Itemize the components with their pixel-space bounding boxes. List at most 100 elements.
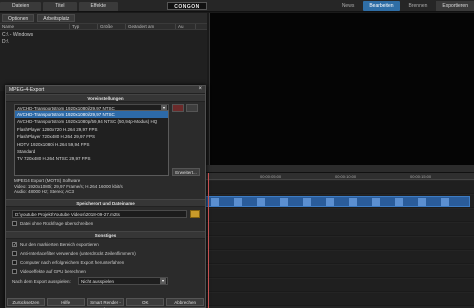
clip-thumbnail: [395, 198, 403, 206]
option-anti-interlace[interactable]: Anti-Interlacefilter verwenden (unterdrü…: [12, 250, 136, 257]
cancel-button[interactable]: Abbrechen: [166, 298, 204, 306]
nav-edit[interactable]: Bearbeiten: [363, 1, 400, 11]
clip-thumbnail: [257, 198, 265, 206]
section-other-header: Sonstiges: [6, 231, 205, 239]
output-path-field[interactable]: D:\youtube Projekt\Youtube Videos\2018-0…: [12, 210, 187, 218]
clip-thumbnail: [280, 198, 288, 206]
nav-export[interactable]: Exportieren: [436, 1, 474, 11]
clip-thumbnail: [418, 198, 426, 206]
timeline-track[interactable]: [205, 237, 474, 250]
advanced-button[interactable]: Erweitert...: [172, 168, 200, 176]
nav-burn[interactable]: Brennen: [403, 1, 434, 11]
nav-news[interactable]: News: [336, 1, 361, 11]
preset-option[interactable]: TV 720x480 H.264 NTSC 29,97 FPS: [15, 155, 168, 162]
section-save-header: Speicherort und Dateiname: [6, 199, 205, 207]
timeline-track[interactable]: [205, 209, 474, 222]
tab-titles[interactable]: Titel: [43, 2, 77, 11]
after-export-select[interactable]: Nicht ausspielen ▾: [78, 277, 168, 285]
options-button[interactable]: Optionen: [2, 14, 35, 22]
smart-render-info-button[interactable]: Smart Render - Info...: [86, 298, 125, 308]
app-logo: CONGON: [167, 2, 207, 10]
clip-thumbnail: [441, 198, 449, 206]
column-modified[interactable]: Geändert am: [126, 24, 176, 29]
dialog-title: MPEG-4-Export: [9, 87, 45, 93]
clip-thumbnail: [234, 198, 242, 206]
preset-option[interactable]: FlashPlayer 720x480 H.264 29,97 FPS: [15, 133, 168, 140]
media-tabs: Dateien Titel Effekte: [0, 2, 120, 12]
timeline-track[interactable]: [205, 265, 474, 278]
dialog-titlebar: MPEG-4-Export ×: [6, 86, 205, 94]
timeline-ruler[interactable]: 00:00:05:00 00:00:10:00 00:00:15:00: [205, 173, 474, 180]
timeline-track[interactable]: [205, 293, 474, 306]
overwrite-label: Datei ohne Rückfrage überschreiben: [20, 221, 94, 226]
clip-thumbnail: [326, 198, 334, 206]
timeline-track[interactable]: [205, 195, 474, 208]
checkbox-box[interactable]: [12, 269, 17, 274]
media-toolbar: Optionen Arbeitsplatz: [0, 13, 207, 23]
preset-option[interactable]: HDTV 1920x1080i H.264 59,94 FPS: [15, 141, 168, 148]
option-label: Videoeffekte auf GPU berechnen: [20, 269, 86, 274]
playhead[interactable]: [208, 173, 209, 308]
option-gpu[interactable]: Videoeffekte auf GPU berechnen: [12, 268, 86, 275]
checkbox-box[interactable]: [12, 260, 17, 265]
timeline: 00:00:05:00 00:00:10:00 00:00:15:00: [205, 165, 474, 308]
tab-files[interactable]: Dateien: [0, 2, 42, 11]
clip-thumbnail: [211, 198, 219, 206]
ruler-label: 00:00:15:00: [410, 174, 432, 179]
timeline-track[interactable]: [205, 251, 474, 264]
main-nav: News Bearbeiten Brennen Exportieren: [333, 0, 474, 12]
info-line: Audio: 48000 Hz; Stereo; AC3: [14, 189, 75, 194]
video-preview: [209, 13, 474, 165]
folder-icon[interactable]: [190, 210, 200, 218]
option-label: Computer nach erfolgreichem Export herun…: [20, 260, 125, 265]
media-column-headers: Name Typ Größe Geändert am Au: [0, 23, 207, 30]
preset-option[interactable]: AVCHD-Transportstrom 1920x1080i/29,97 NT…: [15, 111, 168, 119]
timeline-track[interactable]: [205, 223, 474, 236]
checkbox-box[interactable]: [12, 251, 17, 256]
after-export-value: Nicht ausspielen: [81, 279, 115, 284]
mpeg4-export-dialog: MPEG-4-Export × Voreinstellungen AVCHD-T…: [5, 85, 206, 308]
column-size[interactable]: Größe: [98, 24, 126, 29]
column-type[interactable]: Typ: [70, 24, 98, 29]
checkbox-box[interactable]: [12, 221, 17, 226]
preset-option[interactable]: Standard: [15, 148, 168, 155]
close-icon[interactable]: ×: [198, 86, 202, 92]
timeline-track[interactable]: [205, 279, 474, 292]
ruler-label: 00:00:10:00: [335, 174, 357, 179]
save-preset-button[interactable]: [186, 104, 198, 112]
video-clip[interactable]: [205, 196, 470, 207]
option-shutdown[interactable]: Computer nach erfolgreichem Export herun…: [12, 259, 124, 266]
media-panel: Optionen Arbeitsplatz Name Typ Größe Geä…: [0, 13, 207, 91]
timeline-toolbar: [205, 165, 474, 173]
option-label: Anti-Interlacefilter verwenden (unterdrü…: [20, 251, 136, 256]
preset-option[interactable]: AVCHD-Transportstrom 1920x1080p/59,94 NT…: [15, 118, 168, 125]
dialog-footer: Zurücksetzen Hilfe Smart Render - Info..…: [6, 298, 205, 308]
checkbox-box-checked[interactable]: ✓: [12, 242, 17, 247]
reset-button[interactable]: Zurücksetzen: [7, 298, 45, 306]
drive-tree: C:\ - Windows D:\: [0, 30, 207, 48]
section-presets-header: Voreinstellungen: [6, 94, 205, 102]
help-button[interactable]: Hilfe: [46, 298, 85, 306]
overwrite-checkbox[interactable]: Datei ohne Rückfrage überschreiben: [12, 220, 93, 227]
preset-dropdown-list: AVCHD-Transportstrom 1920x1080i/29,97 NT…: [14, 110, 169, 176]
column-au[interactable]: Au: [176, 24, 196, 29]
format-info: MPEG4 Export (MOTS) Software Video: 1920…: [12, 177, 172, 197]
tab-effects[interactable]: Effekte: [78, 2, 118, 11]
option-export-selection[interactable]: ✓ Nur den markierten Bereich exportieren: [12, 241, 99, 248]
workspace-button[interactable]: Arbeitsplatz: [37, 14, 76, 22]
chevron-down-icon: ▾: [160, 278, 166, 284]
after-export-label: Nach dem Export ausspielen:: [12, 279, 71, 284]
tree-item-c[interactable]: C:\ - Windows: [2, 32, 205, 39]
app-top-bar: Dateien Titel Effekte CONGON News Bearbe…: [0, 0, 474, 12]
preset-option[interactable]: FlashPlayer 1280x720 H.264 29,97 FPS: [15, 126, 168, 133]
tree-item-d[interactable]: D:\: [2, 39, 205, 46]
timeline-track[interactable]: [205, 181, 474, 194]
delete-preset-button[interactable]: [172, 104, 184, 112]
option-label: Nur den markierten Bereich exportieren: [20, 242, 99, 247]
clip-thumbnail: [303, 198, 311, 206]
clip-thumbnail: [372, 198, 380, 206]
column-name[interactable]: Name: [0, 24, 70, 29]
ruler-label: 00:00:05:00: [260, 174, 282, 179]
clip-thumbnail: [349, 198, 357, 206]
ok-button[interactable]: OK: [126, 298, 165, 306]
